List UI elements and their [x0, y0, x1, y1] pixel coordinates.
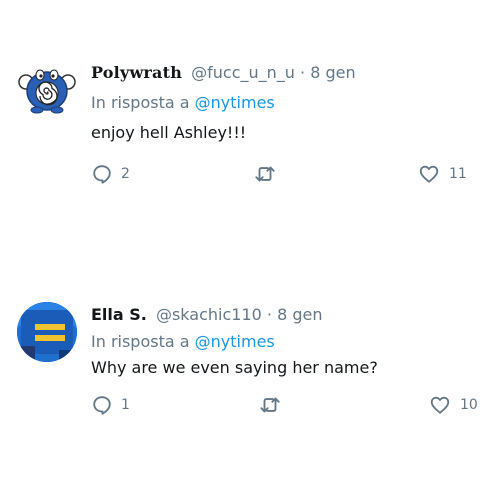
reply-count: 2 [121, 166, 130, 182]
reply-icon [93, 396, 111, 415]
heart-icon [419, 165, 439, 183]
reply-prefix: In risposta a [91, 93, 190, 112]
separator: · [266, 305, 272, 324]
reply-thread: Polywrath @fucc_u_n_u · 8 gen In rispost… [0, 0, 500, 500]
retweet-button[interactable] [253, 163, 277, 185]
timestamp[interactable]: 8 gen [310, 63, 355, 82]
reply-prefix: In risposta a [91, 332, 190, 351]
like-count: 10 [460, 397, 478, 413]
like-count: 11 [449, 166, 467, 182]
separator: · [300, 63, 306, 82]
tweet-header: Polywrath @fucc_u_n_u · 8 gen [91, 63, 356, 83]
tweet-item[interactable]: Polywrath @fucc_u_n_u · 8 gen In rispost… [0, 0, 500, 250]
poliwrath-avatar-icon [17, 58, 77, 118]
avatar[interactable] [17, 302, 77, 362]
reply-context: In risposta a @nytimes [91, 93, 275, 113]
avatar[interactable] [17, 58, 77, 118]
heart-icon [430, 396, 450, 414]
handle[interactable]: @skachic110 [156, 305, 262, 324]
mention-link[interactable]: @nytimes [195, 93, 275, 112]
mention-link[interactable]: @nytimes [195, 332, 275, 351]
equality-logo-avatar-icon [17, 302, 77, 362]
reply-count: 1 [121, 397, 130, 413]
handle[interactable]: @fucc_u_n_u [191, 63, 295, 82]
tweet-text: Why are we even saying her name? [91, 358, 378, 377]
timestamp[interactable]: 8 gen [277, 305, 322, 324]
reply-button[interactable]: 2 [91, 163, 130, 185]
retweet-icon [260, 397, 280, 413]
retweet-button[interactable] [258, 394, 282, 416]
retweet-icon [255, 166, 275, 182]
reply-button[interactable]: 1 [91, 394, 130, 416]
like-button[interactable]: 11 [417, 163, 467, 185]
tweet-text: enjoy hell Ashley!!! [91, 123, 247, 142]
display-name[interactable]: Ella S. [91, 305, 147, 324]
display-name[interactable]: Polywrath [91, 63, 182, 82]
like-button[interactable]: 10 [428, 394, 478, 416]
tweet-item[interactable]: Ella S. @skachic110 · 8 gen In risposta … [0, 250, 500, 500]
reply-context: In risposta a @nytimes [91, 332, 275, 352]
reply-icon [93, 165, 111, 184]
tweet-header: Ella S. @skachic110 · 8 gen [91, 305, 323, 325]
